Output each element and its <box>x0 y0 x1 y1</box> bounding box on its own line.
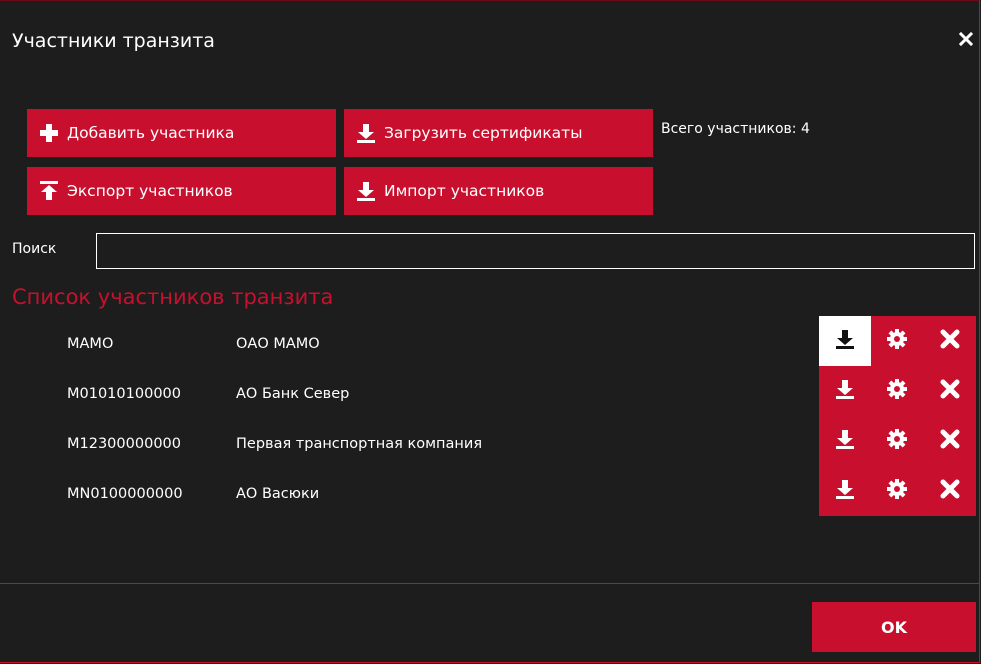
delete-button[interactable] <box>924 366 976 416</box>
close-icon <box>940 429 960 453</box>
participant-code: MN0100000000 <box>67 486 183 502</box>
delete-button[interactable] <box>924 466 976 516</box>
total-participants: Всего участников: 4 <box>661 121 810 137</box>
participant-code: M12300000000 <box>67 436 181 452</box>
row-actions <box>819 316 976 516</box>
download-cert-button[interactable] <box>819 366 871 416</box>
download-icon <box>835 329 855 353</box>
download-icon <box>356 181 376 201</box>
download-cert-button[interactable] <box>819 466 871 516</box>
close-icon[interactable] <box>956 29 976 49</box>
settings-button[interactable] <box>871 416 923 466</box>
close-icon <box>940 379 960 403</box>
download-cert-button[interactable] <box>819 316 871 366</box>
settings-button[interactable] <box>871 466 923 516</box>
export-participants-button[interactable]: Экспорт участников <box>27 167 336 215</box>
participant-name: ОАО МАМО <box>236 336 320 352</box>
participant-name: АО Васюки <box>236 486 320 502</box>
participant-name: Первая транспортная компания <box>236 436 483 452</box>
download-icon <box>835 429 855 453</box>
export-participants-label: Экспорт участников <box>67 182 233 200</box>
delete-button[interactable] <box>924 416 976 466</box>
load-certificates-label: Загрузить сертификаты <box>384 124 583 142</box>
search-label: Поиск <box>12 241 57 257</box>
download-icon <box>356 123 376 143</box>
download-icon <box>835 479 855 503</box>
close-icon <box>940 479 960 503</box>
dialog-title: Участники транзита <box>12 30 215 52</box>
participant-name: АО Банк Север <box>236 386 350 402</box>
add-participant-label: Добавить участника <box>67 124 235 142</box>
list-title: Список участников транзита <box>12 285 334 309</box>
gear-icon <box>887 429 907 453</box>
download-cert-button[interactable] <box>819 416 871 466</box>
participant-code: MAMO <box>67 336 114 352</box>
ok-button[interactable]: OK <box>812 602 976 652</box>
settings-button[interactable] <box>871 366 923 416</box>
import-participants-button[interactable]: Импорт участников <box>344 167 653 215</box>
download-icon <box>835 379 855 403</box>
gear-icon <box>887 479 907 503</box>
dialog-window: Участники транзита Добавить участника За… <box>0 0 980 663</box>
participant-code: M01010100000 <box>67 386 181 402</box>
plus-icon <box>39 123 59 143</box>
upload-icon <box>39 181 59 201</box>
search-input[interactable] <box>96 233 975 269</box>
footer-divider <box>0 583 980 584</box>
load-certificates-button[interactable]: Загрузить сертификаты <box>344 109 653 157</box>
gear-icon <box>887 329 907 353</box>
delete-button[interactable] <box>924 316 976 366</box>
settings-button[interactable] <box>871 316 923 366</box>
close-icon <box>940 329 960 353</box>
gear-icon <box>887 379 907 403</box>
add-participant-button[interactable]: Добавить участника <box>27 109 336 157</box>
import-participants-label: Импорт участников <box>384 182 545 200</box>
